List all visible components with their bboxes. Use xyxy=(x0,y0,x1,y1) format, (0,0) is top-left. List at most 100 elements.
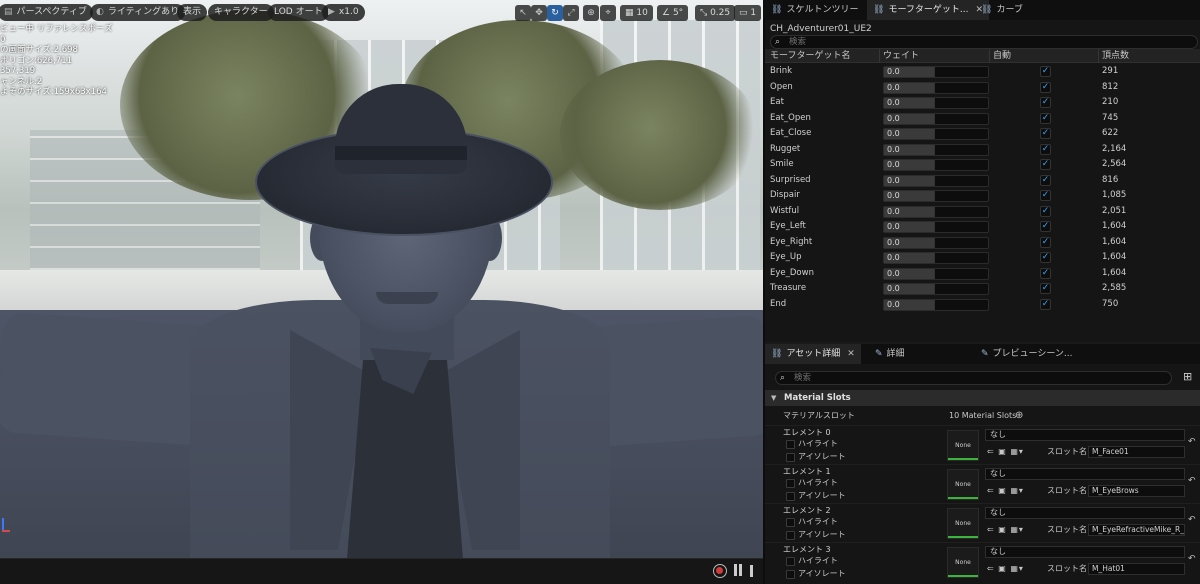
auto-checkbox[interactable]: ✓ xyxy=(1040,128,1051,139)
morph-row[interactable]: Surprised 0.0 ✓ 816 xyxy=(765,173,1200,189)
weight-input[interactable]: 0.0 xyxy=(883,174,989,187)
material-menu-icon[interactable]: ▦▾ xyxy=(1010,525,1024,534)
tab-preview-scene[interactable]: ✎ プレビューシーン... xyxy=(975,344,1079,364)
isolate-checkbox[interactable] xyxy=(786,453,795,462)
isolate-checkbox[interactable] xyxy=(786,531,795,540)
morph-row[interactable]: Brink 0.0 ✓ 291 xyxy=(765,64,1200,80)
weight-input[interactable]: 0.0 xyxy=(883,252,989,264)
morph-row[interactable]: Treasure 0.0 ✓ 2,585 xyxy=(765,281,1200,297)
material-thumbnail[interactable]: None xyxy=(947,469,979,500)
perspective-button[interactable]: ▤ パースペクティブ xyxy=(0,4,93,21)
camera-speed-value[interactable]: ▭ 1 xyxy=(734,5,762,21)
morph-search-input[interactable]: ⌕ 検索 xyxy=(770,35,1198,49)
angle-snap-value[interactable]: ∠ 5° xyxy=(657,5,689,21)
column-weight[interactable]: ウェイト xyxy=(883,49,919,63)
auto-checkbox[interactable]: ✓ xyxy=(1040,81,1051,93)
weight-input[interactable]: 0.0 xyxy=(883,159,989,171)
morph-row[interactable]: Dispair 0.0 ✓ 1,085 xyxy=(765,188,1200,204)
morph-row[interactable]: Eat_Close 0.0 ✓ 622 xyxy=(765,126,1200,142)
material-slots-section[interactable]: ▼ Material Slots xyxy=(765,390,1200,406)
tab-details[interactable]: ✎ 詳細 xyxy=(869,344,911,364)
isolate-checkbox[interactable] xyxy=(786,492,795,501)
pause-icon[interactable] xyxy=(734,564,744,578)
rotate-mode-icon[interactable]: ↻ xyxy=(547,5,563,21)
lod-button[interactable]: LOD オート xyxy=(268,4,329,21)
weight-input[interactable]: 0.0 xyxy=(883,128,989,140)
highlight-checkbox[interactable] xyxy=(786,440,795,449)
reset-icon[interactable]: ↶ xyxy=(1188,554,1196,564)
auto-checkbox[interactable]: ✓ xyxy=(1040,221,1051,232)
use-selected-icon[interactable]: ⇐ xyxy=(987,564,995,573)
weight-input[interactable]: 0.0 xyxy=(883,143,989,156)
material-picker[interactable]: なし xyxy=(985,507,1185,519)
browse-icon[interactable]: ▣ xyxy=(998,447,1007,456)
tab-morph-target[interactable]: ⛓ モーフターゲット... ✕ xyxy=(867,0,990,20)
highlight-checkbox[interactable] xyxy=(786,518,795,527)
reset-icon[interactable]: ↶ xyxy=(1188,437,1196,447)
select-mode-icon[interactable]: ↖ xyxy=(515,5,531,21)
morph-row[interactable]: Wistful 0.0 ✓ 2,051 xyxy=(765,204,1200,220)
reset-icon[interactable]: ↶ xyxy=(1188,515,1196,525)
material-picker[interactable]: なし xyxy=(985,468,1185,480)
step-icon[interactable] xyxy=(750,565,760,577)
slot-name-input[interactable]: M_EyeBrows xyxy=(1088,485,1185,497)
browse-icon[interactable]: ▣ xyxy=(998,486,1007,495)
material-menu-icon[interactable]: ▦▾ xyxy=(1010,447,1024,456)
weight-input[interactable]: 0.0 xyxy=(883,221,989,233)
weight-input[interactable]: 0.0 xyxy=(883,112,989,125)
auto-checkbox[interactable]: ✓ xyxy=(1040,174,1051,186)
weight-input[interactable]: 0.0 xyxy=(883,66,989,78)
material-thumbnail[interactable]: None xyxy=(947,547,979,578)
tab-curve[interactable]: ⛓ カーブ xyxy=(975,0,1029,20)
reset-icon[interactable]: ↶ xyxy=(1188,476,1196,486)
auto-checkbox[interactable]: ✓ xyxy=(1040,143,1051,155)
morph-row[interactable]: Rugget 0.0 ✓ 2,164 xyxy=(765,142,1200,158)
material-picker[interactable]: なし xyxy=(985,546,1185,558)
morph-row[interactable]: Eye_Up 0.0 ✓ 1,604 xyxy=(765,250,1200,266)
column-vertices[interactable]: 頂点数 xyxy=(1102,49,1129,63)
lighting-button[interactable]: ◐ ライティングあり xyxy=(90,4,186,21)
weight-input[interactable]: 0.0 xyxy=(883,298,989,311)
auto-checkbox[interactable]: ✓ xyxy=(1040,205,1051,217)
translate-mode-icon[interactable]: ✥ xyxy=(531,5,547,21)
scale-snap-value[interactable]: ⤡ 0.25 xyxy=(695,5,736,21)
auto-checkbox[interactable]: ✓ xyxy=(1040,66,1051,77)
slot-name-input[interactable]: M_EyeRefractiveMike_R_Inst xyxy=(1088,524,1185,536)
weight-input[interactable]: 0.0 xyxy=(883,267,989,280)
use-selected-icon[interactable]: ⇐ xyxy=(987,525,995,534)
show-button[interactable]: 表示 xyxy=(177,4,208,21)
material-menu-icon[interactable]: ▦▾ xyxy=(1010,564,1024,573)
isolate-checkbox[interactable] xyxy=(786,570,795,579)
browse-icon[interactable]: ▣ xyxy=(998,564,1007,573)
material-menu-icon[interactable]: ▦▾ xyxy=(1010,486,1024,495)
morph-row[interactable]: Eye_Right 0.0 ✓ 1,604 xyxy=(765,235,1200,251)
slot-name-input[interactable]: M_Hat01 xyxy=(1088,563,1185,575)
viewport[interactable]: ▤ パースペクティブ ◐ ライティングあり 表示 キャラクター LOD オート ▶ x… xyxy=(0,0,763,584)
highlight-checkbox[interactable] xyxy=(786,479,795,488)
morph-row[interactable]: Smile 0.0 ✓ 2,564 xyxy=(765,157,1200,173)
use-selected-icon[interactable]: ⇐ xyxy=(987,447,995,456)
scale-mode-icon[interactable]: ⤢ xyxy=(563,5,579,21)
play-speed-button[interactable]: ▶ x1.0 xyxy=(322,4,365,21)
grid-snap-value[interactable]: ▦ 10 xyxy=(620,5,653,21)
slot-name-input[interactable]: M_Face01 xyxy=(1088,446,1185,458)
auto-checkbox[interactable]: ✓ xyxy=(1040,190,1051,201)
character-button[interactable]: キャラクター xyxy=(208,4,274,21)
tab-skeleton-tree[interactable]: ⛓ スケルトンツリー xyxy=(765,0,864,20)
auto-checkbox[interactable]: ✓ xyxy=(1040,97,1051,108)
highlight-checkbox[interactable] xyxy=(786,557,795,566)
weight-input[interactable]: 0.0 xyxy=(883,190,989,202)
column-divider[interactable] xyxy=(1098,49,1099,63)
column-auto[interactable]: 自動 xyxy=(993,49,1011,63)
morph-row[interactable]: Eye_Left 0.0 ✓ 1,604 xyxy=(765,219,1200,235)
auto-checkbox[interactable]: ✓ xyxy=(1040,298,1051,310)
material-picker[interactable]: なし xyxy=(985,429,1185,441)
auto-checkbox[interactable]: ✓ xyxy=(1040,252,1051,263)
details-search-input[interactable]: ⌕ 検索 xyxy=(775,371,1172,385)
auto-checkbox[interactable]: ✓ xyxy=(1040,159,1051,170)
morph-row[interactable]: Eat 0.0 ✓ 210 xyxy=(765,95,1200,111)
column-divider[interactable] xyxy=(989,49,990,63)
column-divider[interactable] xyxy=(879,49,880,63)
close-icon[interactable]: ✕ xyxy=(847,349,855,359)
material-actions[interactable]: ⇐ ▣ ▦▾ xyxy=(987,524,1024,536)
